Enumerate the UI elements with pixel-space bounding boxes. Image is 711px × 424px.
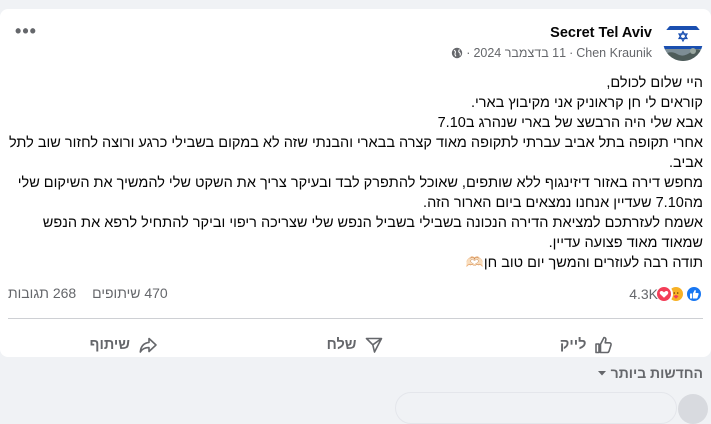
divider — [8, 318, 703, 319]
like-label: לייק — [559, 337, 587, 353]
post-card: Secret Tel Aviv Chen Kraunik · 11 בדצמבר… — [0, 9, 711, 357]
more-options-button[interactable]: ••• — [12, 22, 40, 47]
action-bar: לייק שלח שיתוף — [8, 327, 703, 363]
israel-flag-icon — [663, 21, 703, 61]
thumbs-up-icon — [595, 336, 613, 354]
post-date[interactable]: 11 בדצמבר 2024 — [473, 46, 566, 60]
post-stats: 4.3K 470 שיתופים 268 תגובות — [8, 285, 703, 305]
reaction-icons — [655, 285, 703, 303]
post-line: מחפש דירה באזור דיזינגוף ללא שותפים, שאו… — [17, 175, 703, 211]
share-icon — [139, 337, 157, 353]
post-line: אבא שלי היה הרבשצ של בארי שנהרג ב7.10 — [437, 115, 703, 131]
meta-dot: · — [466, 46, 471, 60]
globe-icon[interactable] — [451, 47, 463, 59]
share-label: שיתוף — [89, 337, 130, 353]
post-meta: Chen Kraunik · 11 בדצמבר 2024 · — [451, 46, 652, 60]
send-label: שלח — [326, 337, 357, 353]
comment-sort-dropdown[interactable]: החדשות ביותר — [597, 365, 703, 381]
post-header: Secret Tel Aviv Chen Kraunik · 11 בדצמבר… — [8, 21, 703, 65]
like-icon — [685, 285, 703, 303]
comment-input[interactable] — [395, 392, 677, 424]
shares-count[interactable]: 470 שיתופים — [92, 285, 168, 301]
meta-dot: · — [569, 46, 574, 60]
post-line: אשמח לעזרתכם למציאת הדירה הנכונה בשבילי … — [42, 215, 703, 251]
send-button[interactable]: שלח — [240, 327, 472, 363]
reactions-count[interactable]: 4.3K — [629, 286, 658, 302]
poster-name[interactable]: Chen Kraunik — [576, 46, 652, 60]
comments-count[interactable]: 268 תגובות — [8, 285, 76, 301]
page-name[interactable]: Secret Tel Aviv — [550, 25, 652, 41]
user-avatar[interactable] — [678, 394, 708, 424]
sort-label: החדשות ביותר — [610, 365, 703, 381]
post-line: אחרי תקופה בתל אביב עברתי לתקופה מאוד קצ… — [8, 135, 703, 171]
page-avatar[interactable] — [663, 21, 703, 61]
post-line: היי שלום לכולם, — [606, 75, 703, 91]
caret-down-icon — [597, 371, 606, 376]
post-body: היי שלום לכולם, קוראים לי חן קראוניק אני… — [8, 73, 703, 273]
reactions-summary[interactable]: 4.3K — [629, 285, 703, 303]
post-line: קוראים לי חן קראוניק אני מקיבוץ בארי. — [471, 95, 703, 111]
send-icon — [366, 337, 383, 353]
share-button[interactable]: שיתוף — [8, 327, 240, 363]
post-line: תודה רבה לעוזרים והמשך יום טוב חן🫶🏻 — [465, 255, 703, 271]
engagement-counts: 470 שיתופים 268 תגובות — [8, 285, 168, 301]
like-button[interactable]: לייק — [471, 327, 703, 363]
